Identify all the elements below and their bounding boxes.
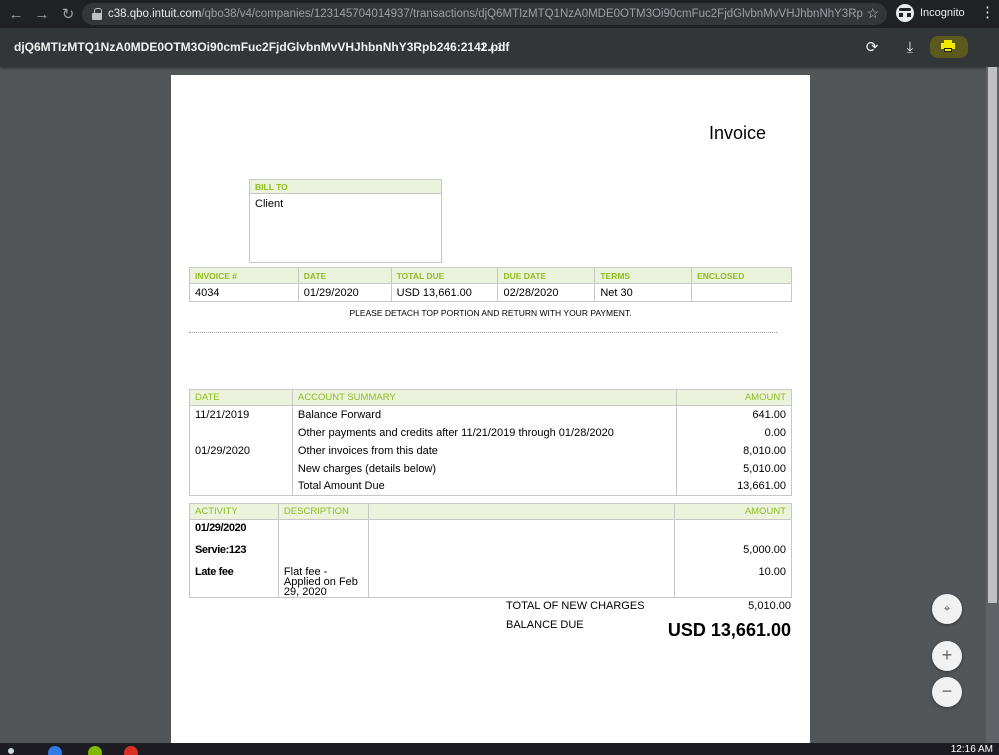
summary-header-date: DATE xyxy=(189,389,293,406)
activity-cell: 01/29/2020 xyxy=(189,519,279,542)
bookmark-star-icon[interactable]: ☆ xyxy=(866,5,879,22)
header-cell: ENCLOSED xyxy=(691,267,792,284)
url-host: c38.qbo.intuit.com xyxy=(108,8,202,20)
activity-header-blank xyxy=(367,503,676,520)
total-due: USD 13,661.00 xyxy=(390,283,499,302)
header-cell: DATE xyxy=(297,267,392,284)
header-cell: INVOICE # xyxy=(189,267,299,284)
summary-header-account: ACCOUNT SUMMARY xyxy=(291,389,678,406)
taskbar-clock: 12:16 AM xyxy=(950,744,993,755)
invoice-number: 4034 xyxy=(189,283,299,302)
header-cell: TOTAL DUE xyxy=(390,267,499,284)
enclosed xyxy=(691,283,792,302)
summary-amount: 0.00 xyxy=(676,423,792,442)
activity-header-amount: AMOUNT xyxy=(674,503,792,520)
summary-header-amount: AMOUNT xyxy=(676,389,792,406)
header-cell: TERMS xyxy=(594,267,693,284)
chrome-icon[interactable] xyxy=(124,746,138,755)
bill-to-box: BILL TO Client xyxy=(249,179,442,263)
activity-header-activity: ACTIVITY xyxy=(189,503,279,520)
pdf-page: Invoice BILL TO Client INVOICE # DATE TO… xyxy=(171,75,810,755)
forward-arrow-icon[interactable]: → xyxy=(32,4,52,24)
bill-to-label: BILL TO xyxy=(250,180,441,194)
activity-cell: Servie:123 xyxy=(189,541,279,564)
detach-note: PLEASE DETACH TOP PORTION AND RETURN WIT… xyxy=(349,308,632,318)
os-taskbar: 12:16 AM xyxy=(0,743,999,755)
summary-desc: New charges (details below) xyxy=(291,459,678,478)
lock-icon xyxy=(92,8,102,20)
summary-desc: Total Amount Due xyxy=(291,477,678,496)
summary-date: 11/21/2019 xyxy=(189,405,293,424)
amount-cell xyxy=(674,519,792,542)
total-new-charges-label: TOTAL OF NEW CHARGES xyxy=(506,600,645,612)
table-row: Total Amount Due 13,661.00 xyxy=(189,477,792,496)
summary-desc: Balance Forward xyxy=(291,405,678,424)
detach-line xyxy=(189,332,777,333)
bill-to-value: Client xyxy=(255,198,284,210)
browser-toolbar: ← → ↻ c38.qbo.intuit.com/qbo38/v4/compan… xyxy=(0,0,999,28)
activity-header-description: DESCRIPTION xyxy=(277,503,369,520)
start-icon[interactable] xyxy=(8,748,14,754)
table-row: 01/29/2020 xyxy=(189,519,792,542)
table-row: 01/29/2020 Other invoices from this date… xyxy=(189,441,792,460)
page-indicator: 1 / 1 xyxy=(480,40,504,54)
summary-amount: 8,010.00 xyxy=(676,441,792,460)
summary-date xyxy=(189,477,293,496)
header-cell: DUE DATE xyxy=(497,267,596,284)
incognito-icon xyxy=(896,4,914,22)
url-path: /qbo38/v4/companies/123145704014937/tran… xyxy=(201,8,863,20)
summary-desc: Other payments and credits after 11/21/2… xyxy=(291,423,678,442)
activity-table: ACTIVITY DESCRIPTION AMOUNT 01/29/2020 S… xyxy=(189,503,792,598)
table-row: Late fee Flat fee - Applied on Feb 29, 2… xyxy=(189,563,792,598)
summary-amount: 5,010.00 xyxy=(676,459,792,478)
summary-date xyxy=(189,423,293,442)
table-row: 11/21/2019 Balance Forward 641.00 xyxy=(189,405,792,424)
blank-cell xyxy=(367,519,676,542)
terms: Net 30 xyxy=(594,283,693,302)
download-icon[interactable]: ⤓ xyxy=(900,38,920,58)
description-cell: Flat fee - Applied on Feb 29, 2020 xyxy=(277,563,369,598)
table-row: Other payments and credits after 11/21/2… xyxy=(189,423,792,442)
back-arrow-icon[interactable]: ← xyxy=(6,4,26,24)
activity-cell: Late fee xyxy=(189,563,279,598)
zoom-in-button[interactable]: + xyxy=(932,641,962,671)
description-cell xyxy=(277,541,369,564)
address-bar[interactable]: c38.qbo.intuit.com/qbo38/v4/companies/12… xyxy=(82,3,887,25)
summary-desc: Other invoices from this date xyxy=(291,441,678,460)
fit-to-page-icon[interactable]: ⌖ xyxy=(932,594,962,624)
description-cell xyxy=(277,519,369,542)
total-new-charges-value: 5,010.00 xyxy=(748,600,791,612)
rotate-icon[interactable]: ⟳ xyxy=(862,38,882,58)
amount-cell: 10.00 xyxy=(674,563,792,598)
edge-icon[interactable] xyxy=(48,746,62,755)
blank-cell xyxy=(367,563,676,598)
account-summary-table: DATE ACCOUNT SUMMARY AMOUNT 11/21/2019 B… xyxy=(189,389,792,496)
summary-date: 01/29/2020 xyxy=(189,441,293,460)
reload-icon[interactable]: ↻ xyxy=(58,4,78,24)
invoice-date: 01/29/2020 xyxy=(297,283,392,302)
summary-amount: 13,661.00 xyxy=(676,477,792,496)
summary-amount: 641.00 xyxy=(676,405,792,424)
url-text[interactable]: c38.qbo.intuit.com/qbo38/v4/companies/12… xyxy=(108,8,863,20)
summary-date xyxy=(189,459,293,478)
pdf-toolbar: djQ6MTIzMTQ1NzA0MDE0OTM3Oi90cmFuc2FjdGlv… xyxy=(0,28,999,67)
table-row: Servie:123 5,000.00 xyxy=(189,541,792,564)
amount-cell: 5,000.00 xyxy=(674,541,792,564)
zoom-out-button[interactable]: − xyxy=(932,677,962,707)
pdf-filename: djQ6MTIzMTQ1NzA0MDE0OTM3Oi90cmFuc2FjdGlv… xyxy=(14,40,510,54)
invoice-header-table: INVOICE # DATE TOTAL DUE DUE DATE TERMS … xyxy=(189,267,792,302)
kebab-menu-icon[interactable]: ⋮ xyxy=(980,4,995,22)
app-icon[interactable] xyxy=(88,746,102,755)
balance-due-value: USD 13,661.00 xyxy=(667,620,791,640)
incognito-indicator[interactable]: Incognito xyxy=(896,4,965,22)
incognito-label: Incognito xyxy=(920,7,965,19)
blank-cell xyxy=(367,541,676,564)
scrollbar-thumb[interactable] xyxy=(988,67,997,603)
balance-due-label: BALANCE DUE xyxy=(506,619,584,631)
table-row: New charges (details below) 5,010.00 xyxy=(189,459,792,478)
print-icon[interactable] xyxy=(941,40,955,52)
due-date: 02/28/2020 xyxy=(497,283,596,302)
invoice-title: Invoice xyxy=(708,123,766,143)
